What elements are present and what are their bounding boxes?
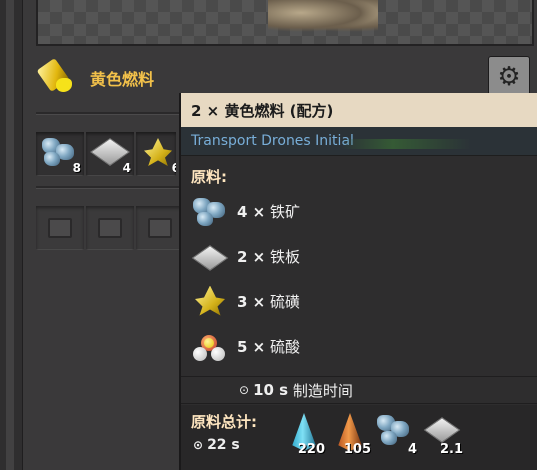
ingredient-qty: 2 × xyxy=(237,248,266,266)
total-items-row: 220 105 4 2.1 xyxy=(283,411,465,459)
total-item: 220 xyxy=(283,411,327,459)
ingredient-name: 硫磺 xyxy=(270,293,301,311)
total-item: 105 xyxy=(329,411,373,459)
empty-slot[interactable] xyxy=(136,206,184,250)
panel-left-frame xyxy=(0,0,23,470)
slot-count: 6 xyxy=(171,161,176,175)
slot-count: 8 xyxy=(72,161,81,175)
ingredient-row: 2 × 铁板 xyxy=(181,234,537,279)
empty-slot-icon xyxy=(98,218,122,238)
selected-recipe[interactable]: 黄色燃料 xyxy=(36,58,154,98)
craft-time-row: ⊙ 10 s 制造时间 xyxy=(181,376,537,404)
change-recipe-button[interactable]: ⚙ xyxy=(488,56,530,98)
ingredients-title: 原料: xyxy=(191,168,227,186)
empty-slot-icon xyxy=(48,218,72,238)
ingredient-row: 4 × 铁矿 xyxy=(181,189,537,234)
result-slot-row xyxy=(36,206,184,250)
empty-slot-icon xyxy=(148,218,172,238)
iron-plate-icon xyxy=(423,417,461,443)
clock-icon: ⊙ xyxy=(239,383,250,397)
iron-plate-icon xyxy=(191,239,229,275)
ingredient-slot[interactable]: 4 xyxy=(86,132,134,176)
ingredient-name: 铁板 xyxy=(270,248,301,266)
total-item-count: 220 xyxy=(297,442,325,457)
assembler-machine-image xyxy=(268,0,378,32)
ingredient-qty: 3 × xyxy=(237,293,266,311)
machine-preview xyxy=(36,0,534,46)
total-item: 4 xyxy=(375,411,419,459)
slot-count: 4 xyxy=(122,161,131,175)
tooltip-title: 2 × 黄色燃料 (配方) xyxy=(181,93,537,127)
ingredient-slot-row: 8 4 6 xyxy=(36,132,176,176)
craft-time-value: 10 s xyxy=(253,381,289,399)
yellow-fuel-icon xyxy=(36,58,76,98)
recipe-tooltip: 2 × 黄色燃料 (配方) Transport Drones Initial 原… xyxy=(179,93,537,470)
ingredient-qty: 4 × xyxy=(237,203,266,221)
total-raw-section: 原料总计: ⊙ 22 s 220 105 4 2.1 xyxy=(181,405,537,470)
ingredient-row: 3 × 硫磺 xyxy=(181,279,537,324)
empty-slot[interactable] xyxy=(86,206,134,250)
total-time-value: 22 s xyxy=(207,437,240,453)
empty-slot[interactable] xyxy=(36,206,84,250)
mod-highlight xyxy=(341,139,471,149)
ingredient-name: 硫酸 xyxy=(270,338,301,356)
craft-time-label: 制造时间 xyxy=(292,381,353,400)
ingredient-qty: 5 × xyxy=(237,338,266,356)
ingredient-slot[interactable]: 6 xyxy=(136,132,176,176)
total-item-count: 2.1 xyxy=(439,442,463,457)
total-item-count: 105 xyxy=(343,442,371,457)
recipe-name: 黄色燃料 xyxy=(90,70,155,89)
gear-icon: ⚙ xyxy=(497,62,521,92)
iron-ore-icon xyxy=(191,194,227,230)
total-raw-title: 原料总计: xyxy=(191,413,257,431)
total-item: 2.1 xyxy=(421,411,465,459)
total-time-row: ⊙ 22 s xyxy=(193,437,240,453)
ingredient-name: 铁矿 xyxy=(270,203,301,221)
sulfuric-acid-icon xyxy=(191,329,227,365)
total-item-count: 4 xyxy=(407,442,417,457)
sulfur-icon xyxy=(191,284,227,320)
clock-icon: ⊙ xyxy=(193,438,204,452)
ingredient-row: 5 × 硫酸 xyxy=(181,324,537,369)
ingredient-slot[interactable]: 8 xyxy=(36,132,84,176)
